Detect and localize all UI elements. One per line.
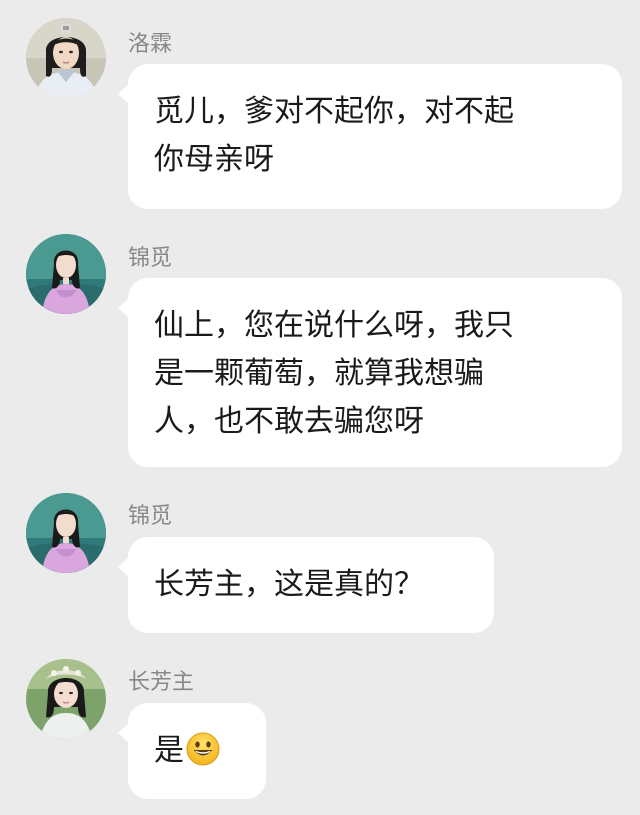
man-long-hair-avatar-icon [26, 18, 106, 98]
chat-thread: 洛霖 觅儿，爹对不起你，对不起 你母亲呀 锦觅 仙上，您在说什么呀，我只 是一颗… [0, 0, 640, 815]
message-text: 是 [154, 733, 184, 768]
avatar[interactable] [26, 234, 106, 314]
sender-name: 洛霖 [128, 32, 173, 57]
sender-name: 长芳主 [128, 670, 195, 695]
message-bubble[interactable]: 觅儿，爹对不起你，对不起 你母亲呀 [118, 64, 622, 209]
message-bubble[interactable]: 仙上，您在说什么呀，我只 是一颗葡萄，就算我想骗 人，也不敢去骗您呀 [118, 278, 622, 467]
message-bubble[interactable]: 是 [118, 703, 266, 799]
avatar[interactable] [26, 493, 106, 573]
woman-pink-robe-avatar-icon [26, 493, 106, 573]
woman-pink-robe-avatar-icon [26, 234, 106, 314]
avatar[interactable] [26, 18, 106, 98]
sender-name: 锦觅 [128, 246, 173, 271]
grinning-face-icon [186, 732, 220, 766]
avatar[interactable] [26, 659, 106, 739]
message-bubble[interactable]: 长芳主，这是真的？ [118, 537, 494, 633]
woman-headdress-avatar-icon [26, 659, 106, 739]
sender-name: 锦觅 [128, 504, 173, 529]
